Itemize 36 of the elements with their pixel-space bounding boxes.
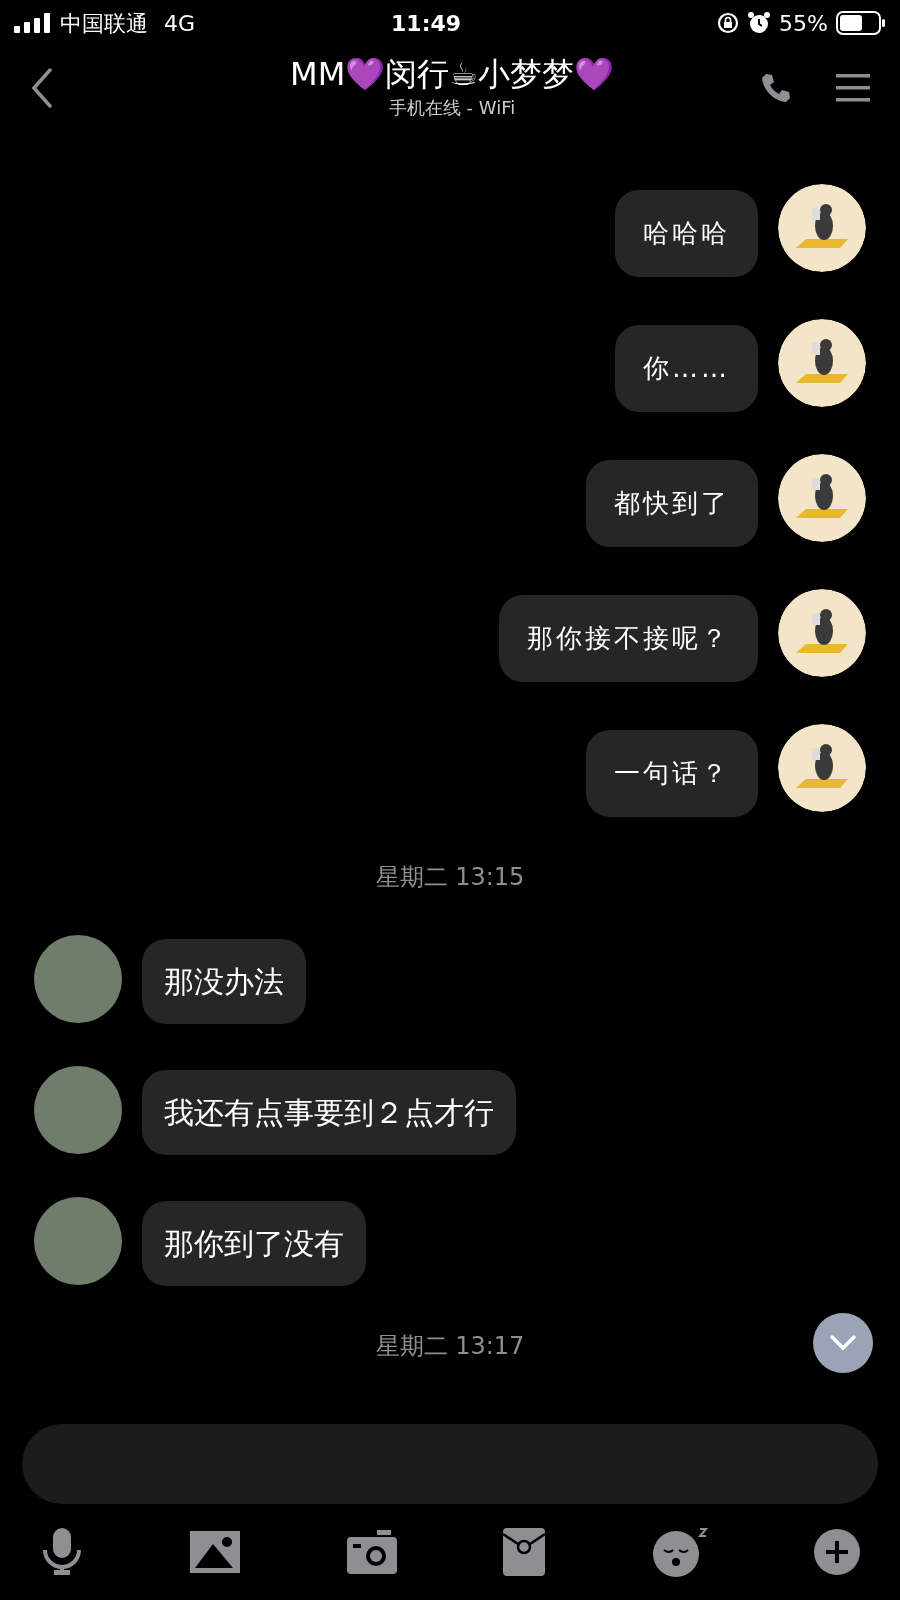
envelope-icon[interactable] [503, 1528, 546, 1576]
cartoon-avatar[interactable] [778, 589, 866, 677]
timestamp: 星期二 13:17 [375, 1332, 525, 1360]
back-icon[interactable] [30, 68, 54, 108]
microphone-icon[interactable] [40, 1528, 84, 1576]
camera-icon[interactable] [346, 1530, 397, 1574]
carrier-name: 中国联通 [60, 9, 148, 38]
status-time: 11:49 [391, 9, 462, 38]
message-bubble[interactable]: 都快到了 [586, 460, 758, 547]
image-icon[interactable] [190, 1531, 241, 1573]
cartoon-avatar[interactable] [778, 724, 866, 812]
scroll-down-button[interactable] [813, 1313, 873, 1373]
chevron-down-icon [829, 1334, 857, 1352]
cartoon-avatar[interactable] [778, 184, 866, 272]
timestamp: 星期二 13:15 [375, 863, 525, 891]
add-icon[interactable] [813, 1529, 860, 1575]
online-status: 手机在线 - WiFi [387, 95, 517, 120]
chat-title: MM💜闵行☕小梦梦💜 [290, 55, 614, 94]
message-bubble[interactable]: 那你到了没有 [142, 1201, 366, 1286]
message-bubble[interactable]: 哈哈哈 [615, 190, 758, 277]
signal-icon [14, 13, 52, 33]
battery-percentage: 55% [779, 9, 828, 38]
alarm-icon [747, 11, 772, 35]
cartoon-avatar[interactable] [778, 454, 866, 542]
message-bubble[interactable]: 那没办法 [142, 939, 306, 1024]
cartoon-avatar[interactable] [778, 319, 866, 407]
message-bubble[interactable]: 那你接不接呢？ [499, 595, 758, 682]
sleepy-face-icon[interactable] [651, 1527, 708, 1577]
network-type: 4G [164, 9, 196, 38]
message-bubble[interactable]: 我还有点事要到２点才行 [142, 1070, 516, 1155]
battery-icon [836, 11, 886, 35]
phone-icon[interactable] [760, 72, 792, 104]
message-bubble[interactable]: 你…… [615, 325, 758, 412]
message-bubble[interactable]: 一句话？ [586, 730, 758, 817]
menu-icon[interactable] [836, 73, 870, 103]
rotation-lock-icon [717, 12, 740, 34]
